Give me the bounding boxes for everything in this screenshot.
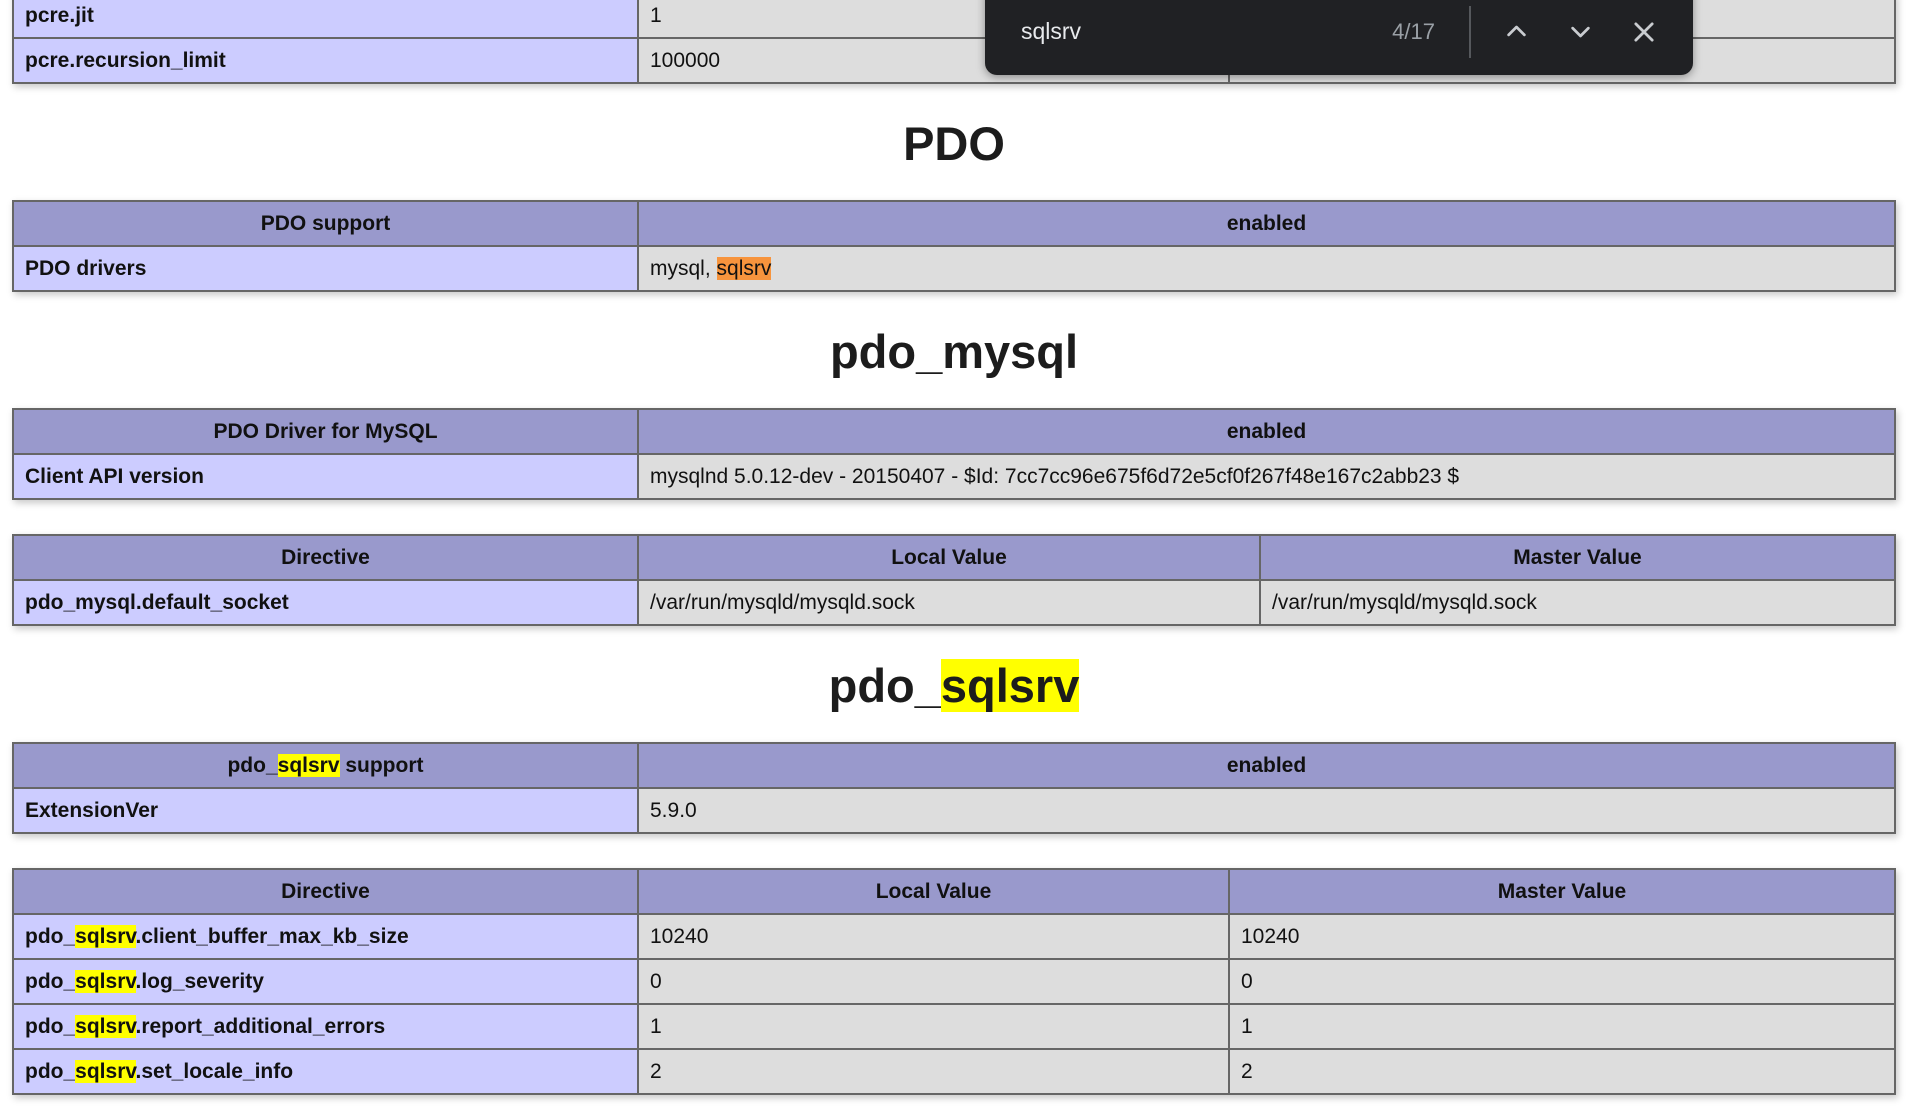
pdo-sqlsrv-support-table: pdo_sqlsrv support enabled ExtensionVer … (12, 742, 1896, 834)
column-header-master-value: Master Value (1229, 869, 1895, 914)
find-previous-button[interactable] (1487, 3, 1545, 61)
table-row: pdo_sqlsrv.report_additional_errors 1 1 (13, 1004, 1895, 1049)
directive-name: pdo_sqlsrv.client_buffer_max_kb_size (13, 914, 638, 959)
find-match-highlight: sqlsrv (278, 754, 340, 777)
directive-master-value: /var/run/mysqld/mysqld.sock (1260, 580, 1895, 625)
directive-local-value: 2 (638, 1049, 1229, 1094)
directive-name: pcre.recursion_limit (13, 38, 638, 83)
chevron-down-icon (1567, 18, 1594, 45)
pdo-mysql-directive-table: Directive Local Value Master Value pdo_m… (12, 534, 1896, 626)
column-header-directive: Directive (13, 535, 638, 580)
table-row: ExtensionVer 5.9.0 (13, 788, 1895, 833)
table-header-row: PDO support enabled (13, 201, 1895, 246)
row-value: mysqlnd 5.0.12-dev - 20150407 - $Id: 7cc… (638, 454, 1895, 499)
directive-name: pdo_mysql.default_socket (13, 580, 638, 625)
directive-name: pcre.jit (13, 0, 638, 38)
column-header-master-value: Master Value (1260, 535, 1895, 580)
column-header-local-value: Local Value (638, 535, 1260, 580)
row-label: Client API version (13, 454, 638, 499)
find-match-highlight: sqlsrv (75, 1060, 135, 1083)
pdo-mysql-support-table: PDO Driver for MySQL enabled Client API … (12, 408, 1896, 500)
phpinfo-content: pcre.jit 1 pcre.recursion_limit 100000 P… (0, 0, 1908, 1095)
table-row: pdo_sqlsrv.client_buffer_max_kb_size 102… (13, 914, 1895, 959)
column-header-local-value: Local Value (638, 869, 1229, 914)
find-match-highlight: sqlsrv (75, 970, 135, 993)
find-match-highlight: sqlsrv (75, 925, 135, 948)
find-close-button[interactable] (1615, 3, 1673, 61)
table-row: PDO drivers mysql, sqlsrv (13, 246, 1895, 291)
find-match-highlight: sqlsrv (75, 1015, 135, 1038)
table-row: Client API version mysqlnd 5.0.12-dev - … (13, 454, 1895, 499)
directive-master-value: 1 (1229, 1004, 1895, 1049)
directive-master-value: 10240 (1229, 914, 1895, 959)
find-bar-divider (1469, 6, 1471, 58)
section-heading-pdo-sqlsrv: pdo_sqlsrv (12, 660, 1896, 712)
find-next-button[interactable] (1551, 3, 1609, 61)
find-bar: sqlsrv 4/17 (985, 0, 1693, 75)
row-label: PDO drivers (13, 246, 638, 291)
row-label: ExtensionVer (13, 788, 638, 833)
directive-local-value: 1 (638, 1004, 1229, 1049)
support-label: pdo_sqlsrv support (13, 743, 638, 788)
chevron-up-icon (1503, 18, 1530, 45)
directive-name: pdo_sqlsrv.log_severity (13, 959, 638, 1004)
directive-name: pdo_sqlsrv.report_additional_errors (13, 1004, 638, 1049)
find-input[interactable]: sqlsrv (1021, 18, 1392, 45)
table-row: pdo_mysql.default_socket /var/run/mysqld… (13, 580, 1895, 625)
pdo-sqlsrv-directive-table: Directive Local Value Master Value pdo_s… (12, 868, 1896, 1095)
table-header-row: Directive Local Value Master Value (13, 535, 1895, 580)
table-row: pdo_sqlsrv.set_locale_info 2 2 (13, 1049, 1895, 1094)
table-row: pdo_sqlsrv.log_severity 0 0 (13, 959, 1895, 1004)
find-active-match: sqlsrv (717, 257, 772, 280)
row-value: 5.9.0 (638, 788, 1895, 833)
directive-local-value: 10240 (638, 914, 1229, 959)
directive-local-value: 0 (638, 959, 1229, 1004)
support-status: enabled (638, 201, 1895, 246)
phpinfo-page: pcre.jit 1 pcre.recursion_limit 100000 P… (0, 0, 1908, 1108)
section-heading-pdo-mysql: pdo_mysql (12, 326, 1896, 378)
support-label: PDO Driver for MySQL (13, 409, 638, 454)
support-label: PDO support (13, 201, 638, 246)
find-match-count: 4/17 (1392, 19, 1435, 45)
table-header-row: pdo_sqlsrv support enabled (13, 743, 1895, 788)
table-header-row: Directive Local Value Master Value (13, 869, 1895, 914)
close-icon (1630, 18, 1658, 46)
column-header-directive: Directive (13, 869, 638, 914)
pdo-support-table: PDO support enabled PDO drivers mysql, s… (12, 200, 1896, 292)
directive-local-value: /var/run/mysqld/mysqld.sock (638, 580, 1260, 625)
directive-master-value: 2 (1229, 1049, 1895, 1094)
table-header-row: PDO Driver for MySQL enabled (13, 409, 1895, 454)
directive-master-value: 0 (1229, 959, 1895, 1004)
support-status: enabled (638, 743, 1895, 788)
directive-name: pdo_sqlsrv.set_locale_info (13, 1049, 638, 1094)
section-heading-pdo: PDO (12, 118, 1896, 170)
row-value: mysql, sqlsrv (638, 246, 1895, 291)
find-match-highlight: sqlsrv (941, 659, 1079, 712)
support-status: enabled (638, 409, 1895, 454)
